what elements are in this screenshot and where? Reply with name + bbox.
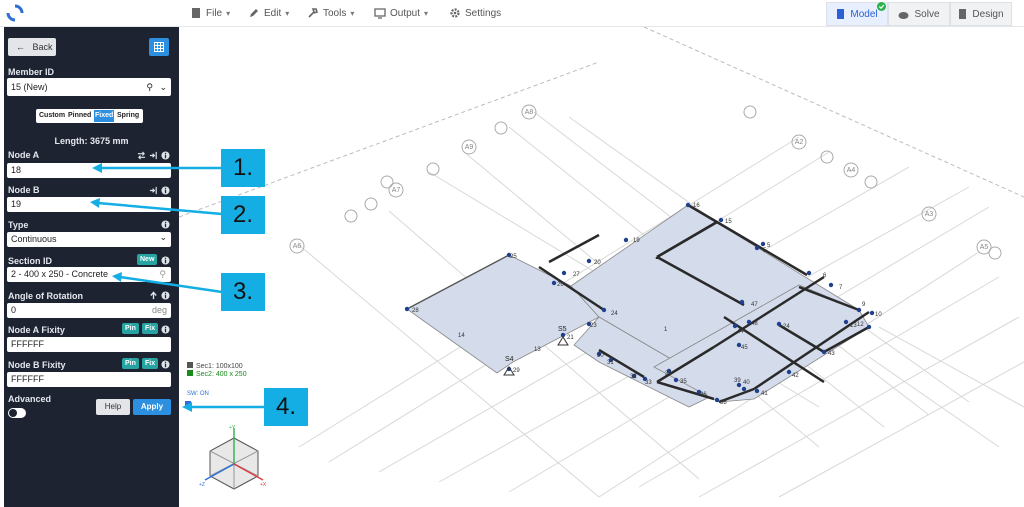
callout-3: 3. xyxy=(221,273,265,311)
callout-2: 2. xyxy=(221,196,265,234)
annotation-arrows xyxy=(90,163,264,412)
callout-1: 1. xyxy=(221,149,265,187)
callout-4: 4. xyxy=(264,388,308,426)
